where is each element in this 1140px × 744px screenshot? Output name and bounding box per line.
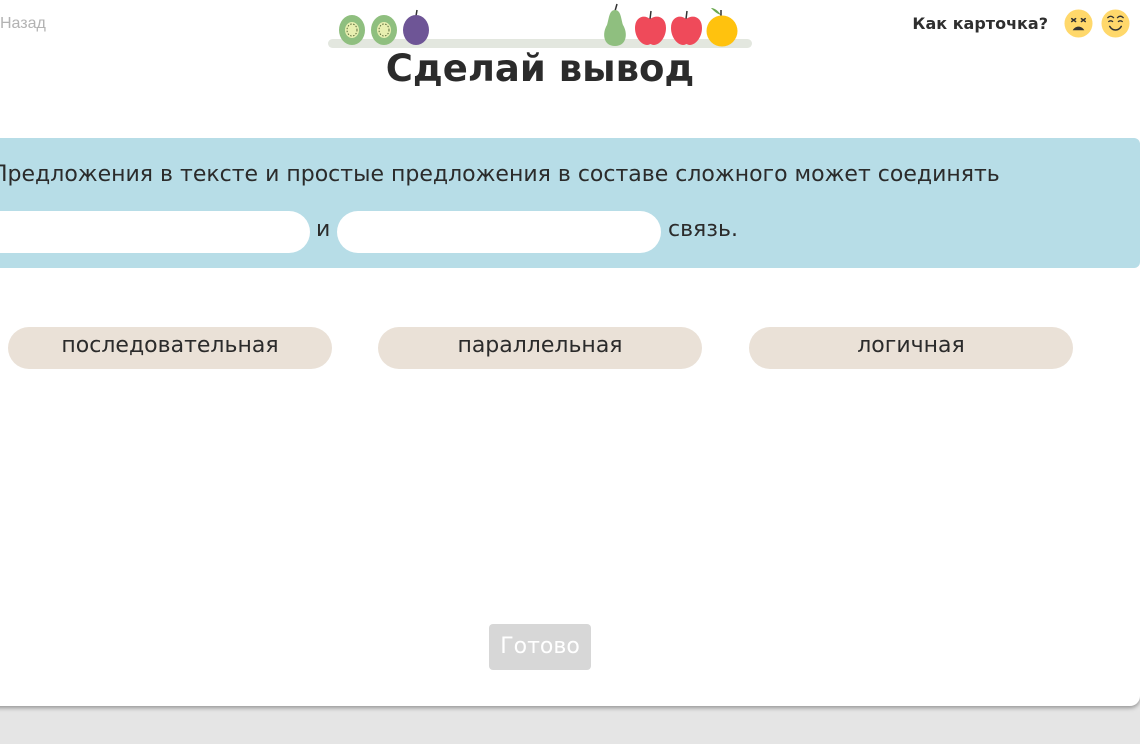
page-title: Сделай вывод [385, 47, 695, 90]
option-chip[interactable]: последовательная [8, 327, 332, 369]
sad-face-icon[interactable] [1064, 9, 1093, 38]
kiwi-icon [339, 15, 365, 45]
apple-icon [635, 10, 666, 45]
apple-icon [671, 10, 702, 45]
rating-label: Как карточка? [912, 14, 1048, 33]
question-panel: Предложения в тексте и простые предложен… [0, 138, 1140, 268]
question-ending: связь. [668, 217, 738, 242]
kiwi-icon [371, 15, 397, 45]
happy-face-icon[interactable] [1101, 9, 1130, 38]
answer-blank-2[interactable] [337, 211, 661, 253]
option-chip[interactable]: логичная [749, 327, 1073, 369]
answer-blank-1[interactable] [0, 211, 310, 253]
pear-icon [604, 3, 626, 46]
card-rating: Как карточка? [912, 9, 1130, 38]
plum-icon [403, 9, 429, 45]
option-chip[interactable]: параллельная [378, 327, 702, 369]
back-link[interactable]: Назад [0, 15, 46, 33]
done-button[interactable]: Готово [489, 624, 591, 670]
question-connector: и [316, 217, 331, 242]
orange-icon [706, 8, 738, 47]
question-text: Предложения в тексте и простые предложен… [0, 162, 1000, 187]
